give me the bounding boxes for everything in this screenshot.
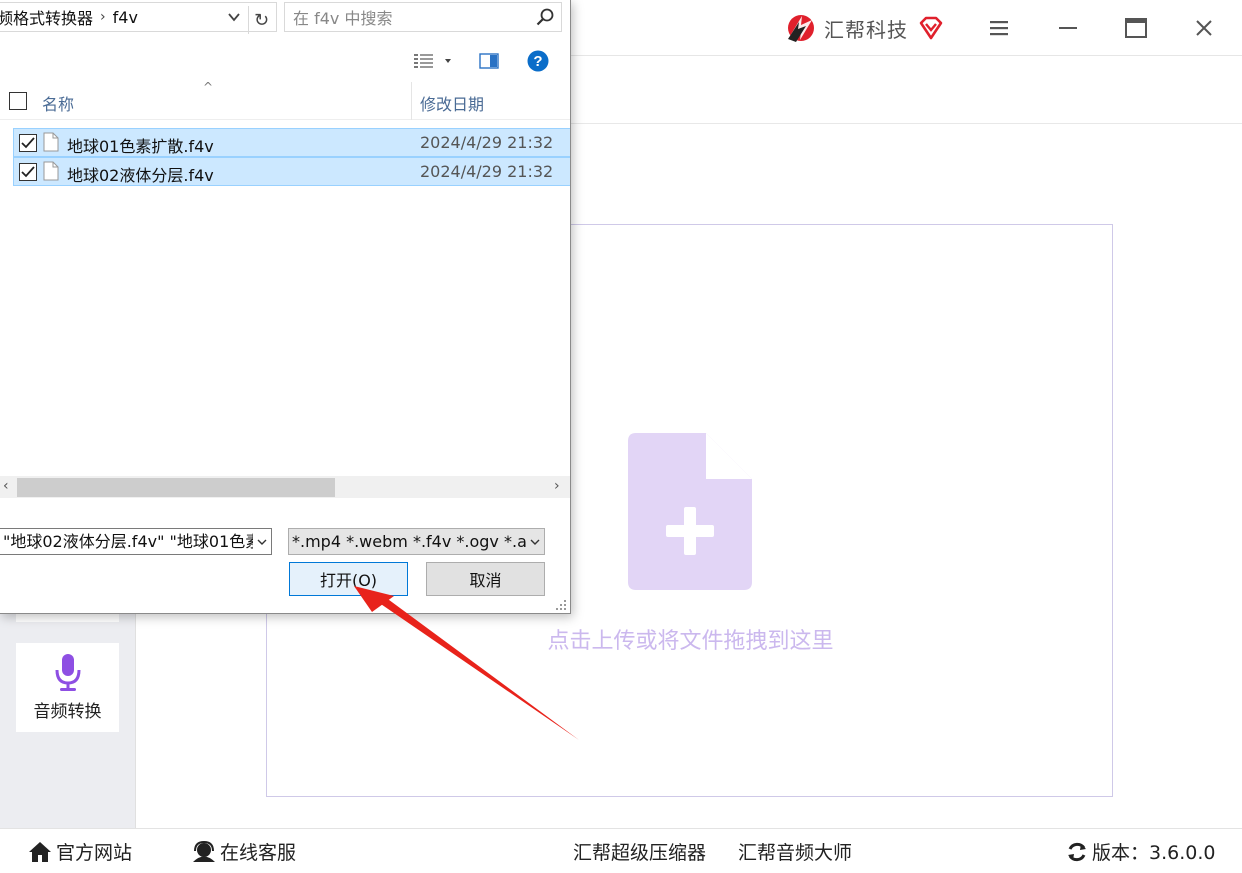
scroll-right-icon[interactable]: › [554,478,560,494]
add-file-icon [628,433,752,590]
online-service-link[interactable]: 在线客服 [192,829,296,873]
file-date: 2024/4/29 21:32 [420,162,554,181]
checkmark-icon [21,166,35,178]
file-type-filter[interactable]: *.mp4 *.webm *.f4v *.ogv *.avi [288,528,545,555]
file-icon [43,132,59,152]
footer: 官方网站 在线客服 汇帮超级压缩器 汇帮音频大师 版本：3.6.0.0 [0,828,1242,873]
chevron-down-icon [530,539,540,545]
toolbar-area [570,56,1242,124]
audio-master-label: 汇帮音频大师 [738,842,853,864]
refresh-icon: ↻ [253,9,270,31]
microphone-icon [55,654,80,691]
close-icon [1196,20,1212,36]
home-icon [29,841,51,862]
online-service-label: 在线客服 [220,842,297,864]
sort-ascending-icon: ^ [203,80,214,94]
breadcrumb-current[interactable]: f4v [113,8,138,27]
scroll-left-icon[interactable]: ‹ [3,478,9,494]
brand: 汇帮科技 [786,10,944,46]
preview-pane-button[interactable] [479,47,499,75]
filename-field[interactable]: "地球02液体分层.f4v" "地球01色素扩散.f4v" [0,528,272,555]
horizontal-scrollbar[interactable]: ‹ › [0,476,570,498]
details-view-icon [414,54,433,68]
search-icon [536,8,554,26]
headset-icon [193,840,215,862]
file-row[interactable]: 地球02液体分层.f4v 2024/4/29 21:32 [13,157,570,186]
minimize-button[interactable] [1050,12,1086,44]
scrollbar-thumb[interactable] [17,478,335,497]
open-button[interactable]: 打开(O) [289,562,408,596]
official-site-label: 官方网站 [56,842,133,864]
caret-down-icon [445,59,451,63]
column-header: ^ 名称 修改日期 [0,80,570,120]
cancel-button-label: 取消 [469,571,502,590]
app-window: 汇帮科技 音频转换 点击上传或将文件拖拽到这里 官方网站 在线客服 汇帮超级压缩… [0,0,1242,873]
search-placeholder: 在 f4v 中搜索 [293,9,393,28]
help-button[interactable]: ? [527,47,549,75]
sidebar-item-label: 音频转换 [33,702,102,722]
help-icon: ? [527,50,549,72]
filename-dropdown[interactable] [253,529,271,554]
refresh-button[interactable]: ↻ [248,6,274,34]
cancel-button[interactable]: 取消 [426,562,545,596]
compressor-link[interactable]: 汇帮超级压缩器 [573,829,706,873]
chevron-right-icon: › [100,9,106,25]
chevron-down-icon[interactable] [226,9,242,25]
file-name: 地球01色素扩散.f4v [67,137,214,156]
file-row[interactable]: 地球01色素扩散.f4v 2024/4/29 21:32 [13,128,570,157]
file-checkbox[interactable] [19,163,37,181]
version-label: 版本：3.6.0.0 [1092,842,1216,864]
preview-pane-icon [479,53,499,69]
menu-button[interactable] [981,12,1017,44]
brand-name: 汇帮科技 [824,17,908,42]
select-all-checkbox[interactable] [9,92,27,110]
maximize-button[interactable] [1118,12,1154,44]
audio-master-link[interactable]: 汇帮音频大师 [738,829,852,873]
address-bar[interactable]: 频格式转换器 › f4v ↻ [0,2,277,34]
column-divider[interactable] [411,82,412,120]
upload-hint: 点击上传或将文件拖拽到这里 [547,629,834,654]
sidebar-item-audio[interactable]: 音频转换 [16,643,119,732]
column-date[interactable]: 修改日期 [420,91,484,115]
version-info[interactable]: 版本：3.6.0.0 [1066,829,1215,873]
filter-dropdown[interactable] [526,529,544,554]
heart-diamond-icon[interactable] [918,16,944,40]
file-date: 2024/4/29 21:32 [420,133,554,152]
open-button-label: 打开(O) [319,571,378,590]
file-open-dialog: 频格式转换器 › f4v ↻ 在 f4v 中搜索 ? ^ 名称 修改日期 地球0… [0,0,571,614]
minimize-icon [1059,27,1077,29]
official-site-link[interactable]: 官方网站 [28,829,132,873]
maximize-icon [1125,18,1147,38]
brand-logo-icon [788,15,814,42]
svg-text:?: ? [533,53,542,70]
search-input[interactable]: 在 f4v 中搜索 [284,2,562,32]
compressor-label: 汇帮超级压缩器 [573,842,707,864]
filename-value: "地球02液体分层.f4v" "地球01色素扩散.f4v" [3,532,271,551]
chevron-down-icon [257,539,267,545]
checkmark-icon [21,137,35,149]
filter-value: *.mp4 *.webm *.f4v *.ogv *.avi [292,532,541,551]
file-icon [43,161,59,181]
close-button[interactable] [1186,12,1222,44]
resize-grip-icon[interactable] [554,598,568,612]
breadcrumb-parent[interactable]: 频格式转换器 [0,5,93,29]
file-checkbox[interactable] [19,134,37,152]
refresh-icon [1068,842,1086,861]
view-options-button[interactable] [413,47,455,75]
file-name: 地球02液体分层.f4v [67,166,214,185]
column-name[interactable]: 名称 [42,91,74,115]
hamburger-icon [990,21,1008,36]
